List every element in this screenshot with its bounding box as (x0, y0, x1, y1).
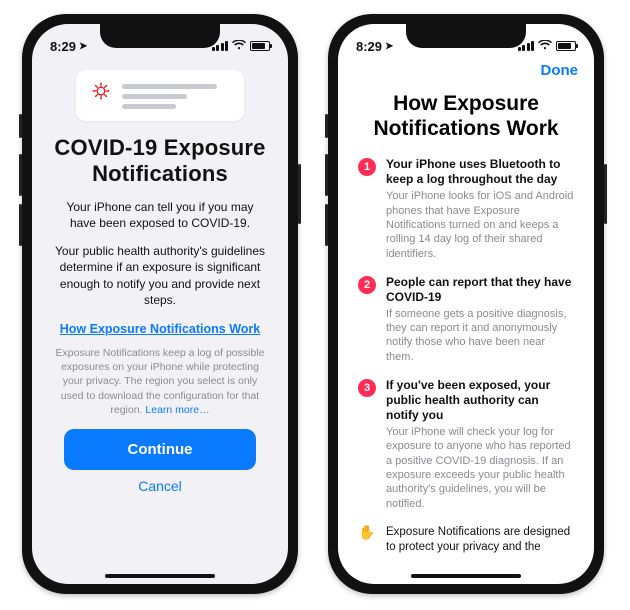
location-icon: ➤ (79, 41, 87, 52)
intro-paragraph-2: Your public health authority's guideline… (54, 243, 266, 308)
step-body: Your iPhone looks for iOS and Android ph… (386, 189, 574, 260)
step-body: Your iPhone will check your log for expo… (386, 425, 574, 511)
done-button[interactable]: Done (541, 62, 579, 79)
wifi-icon (538, 40, 552, 53)
notch (406, 24, 526, 48)
fineprint: Exposure Notifications keep a log of pos… (54, 346, 266, 417)
phone-frame-left: 8:29 ➤ (22, 14, 298, 594)
step-body: If someone gets a positive diagnosis, th… (386, 307, 574, 364)
wifi-icon (232, 40, 246, 53)
battery-icon (250, 41, 270, 51)
status-time: 8:29 (356, 39, 382, 54)
step-title: People can report that they have COVID-1… (386, 275, 574, 305)
notch (100, 24, 220, 48)
page-title: COVID-19 Exposure Notifications (54, 135, 266, 187)
screen-right: 8:29 ➤ Done How Exposure Notifications W… (338, 24, 594, 584)
status-time: 8:29 (50, 39, 76, 54)
page-title: How Exposure Notifications Work (358, 91, 574, 141)
virus-icon (92, 82, 110, 105)
screen-left: 8:29 ➤ (32, 24, 288, 584)
step-3: 3 If you've been exposed, your public he… (358, 378, 574, 511)
how-it-works-link[interactable]: How Exposure Notifications Work (60, 322, 261, 336)
placeholder-lines (122, 82, 230, 109)
battery-icon (556, 41, 576, 51)
step-number-badge: 3 (358, 379, 376, 397)
home-indicator[interactable] (105, 574, 215, 578)
hand-icon: ✋ (358, 525, 376, 539)
location-icon: ➤ (385, 41, 393, 52)
intro-paragraph-1: Your iPhone can tell you if you may have… (54, 199, 266, 231)
home-indicator[interactable] (411, 574, 521, 578)
phone-frame-right: 8:29 ➤ Done How Exposure Notifications W… (328, 14, 604, 594)
privacy-text: Exposure Notifications are designed to p… (386, 525, 574, 555)
learn-more-link[interactable]: Learn more… (145, 404, 209, 416)
notification-card-illustration (76, 70, 244, 121)
step-2: 2 People can report that they have COVID… (358, 275, 574, 364)
step-number-badge: 1 (358, 158, 376, 176)
continue-button[interactable]: Continue (64, 429, 256, 470)
step-title: Your iPhone uses Bluetooth to keep a log… (386, 157, 574, 187)
step-title: If you've been exposed, your public heal… (386, 378, 574, 423)
privacy-row: ✋ Exposure Notifications are designed to… (358, 525, 574, 555)
step-number-badge: 2 (358, 276, 376, 294)
cancel-button[interactable]: Cancel (54, 478, 266, 494)
step-1: 1 Your iPhone uses Bluetooth to keep a l… (358, 157, 574, 260)
